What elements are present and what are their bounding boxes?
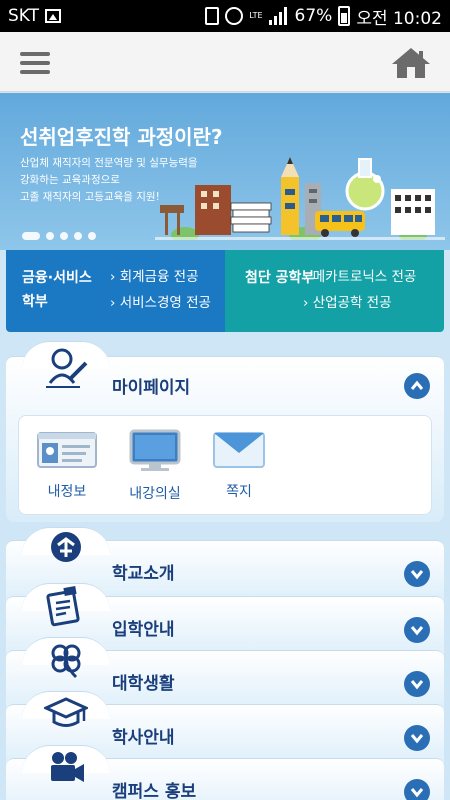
lte-icon: LTE <box>249 11 263 20</box>
messages-label: 쪽지 <box>226 484 252 500</box>
video-camera-icon <box>51 752 84 782</box>
app-header <box>0 32 450 92</box>
clock: 오전 10:02 <box>356 8 442 29</box>
accordion-label: 캠퍼스 홍보 <box>112 782 197 800</box>
accordion-label: 학교소개 <box>112 564 175 584</box>
carrier-label: SKT <box>8 6 40 26</box>
program-finance: 금융·서비스 학부 회계금융 전공 서비스경영 전공 <box>6 250 225 332</box>
signal-icon <box>268 7 289 25</box>
alarm-icon <box>225 7 244 25</box>
my-classroom-label: 내강의실 <box>129 486 181 502</box>
slide-dot[interactable] <box>22 232 40 240</box>
monitor-icon <box>129 429 181 471</box>
campus-illustration-icon <box>155 157 445 240</box>
person-pen-icon <box>46 348 88 388</box>
battery-icon <box>338 6 351 26</box>
accordion-label: 입학안내 <box>112 620 175 640</box>
my-info-label: 내정보 <box>47 484 87 500</box>
school-emblem-icon <box>51 532 81 562</box>
promo-banner[interactable]: 선취업후진학 과정이란? 산업체 재직자의 전문역량 및 실무능력을 강화하는 … <box>0 93 450 250</box>
chevron-down-icon[interactable] <box>404 617 430 643</box>
status-bar: SKT LTE 67% 오전 10:02 <box>0 0 450 32</box>
accordion-label: 학사안내 <box>112 728 175 748</box>
id-card-icon <box>37 432 97 468</box>
my-classroom-button[interactable]: 내강의실 <box>110 429 200 503</box>
messages-button[interactable]: 쪽지 <box>194 429 284 501</box>
program-links: 회계금융 전공 서비스경영 전공 <box>110 264 211 316</box>
chevron-up-icon[interactable] <box>404 373 430 399</box>
graduation-cap-icon <box>44 697 88 727</box>
accordion-label: 마이페이지 <box>112 378 191 398</box>
chevron-down-icon[interactable] <box>404 779 430 800</box>
program-links: 메카트로닉스 전공 산업공학 전공 <box>303 264 417 316</box>
clipboard-icon <box>46 586 80 627</box>
major-accounting-finance-link[interactable]: 회계금융 전공 <box>110 264 211 290</box>
program-engineering: 첨단 공학부 메카트로닉스 전공 산업공학 전공 <box>225 250 444 332</box>
slide-indicator[interactable] <box>22 232 96 240</box>
envelope-icon <box>213 432 265 468</box>
slide-dot[interactable] <box>60 232 68 240</box>
accordion-campus-promo[interactable]: 캠퍼스 홍보 <box>6 745 444 800</box>
banner-title: 선취업후진학 과정이란? <box>20 125 223 149</box>
hamburger-icon[interactable] <box>20 52 50 74</box>
program-name: 금융·서비스 학부 <box>22 270 92 310</box>
home-icon[interactable] <box>390 46 432 80</box>
slide-dot[interactable] <box>88 232 96 240</box>
main-menu-accordion: 마이페이지 내정보 내강의실 쪽지 학교소개 입학안내 대학생활 학사안내 캠퍼… <box>6 341 444 800</box>
program-panel: 금융·서비스 학부 회계금융 전공 서비스경영 전공 첨단 공학부 메카트로닉스… <box>6 250 444 332</box>
chevron-down-icon[interactable] <box>404 725 430 751</box>
accordion-mypage[interactable]: 마이페이지 내정보 내강의실 쪽지 <box>6 341 444 522</box>
slide-dot[interactable] <box>74 232 82 240</box>
my-info-button[interactable]: 내정보 <box>22 429 112 501</box>
chevron-down-icon[interactable] <box>404 671 430 697</box>
mypage-panel: 내정보 내강의실 쪽지 <box>18 415 432 515</box>
clover-icon <box>51 644 81 679</box>
chevron-down-icon[interactable] <box>404 561 430 587</box>
major-industrial-engineering-link[interactable]: 산업공학 전공 <box>303 290 416 316</box>
accordion-label: 대학생활 <box>112 674 175 694</box>
image-notification-icon <box>45 9 62 23</box>
slide-dot[interactable] <box>46 232 54 240</box>
vibrate-icon <box>205 7 220 25</box>
battery-percent: 67% <box>294 6 333 26</box>
major-mechatronics-link[interactable]: 메카트로닉스 전공 <box>303 264 417 290</box>
major-service-management-link[interactable]: 서비스경영 전공 <box>110 290 211 316</box>
